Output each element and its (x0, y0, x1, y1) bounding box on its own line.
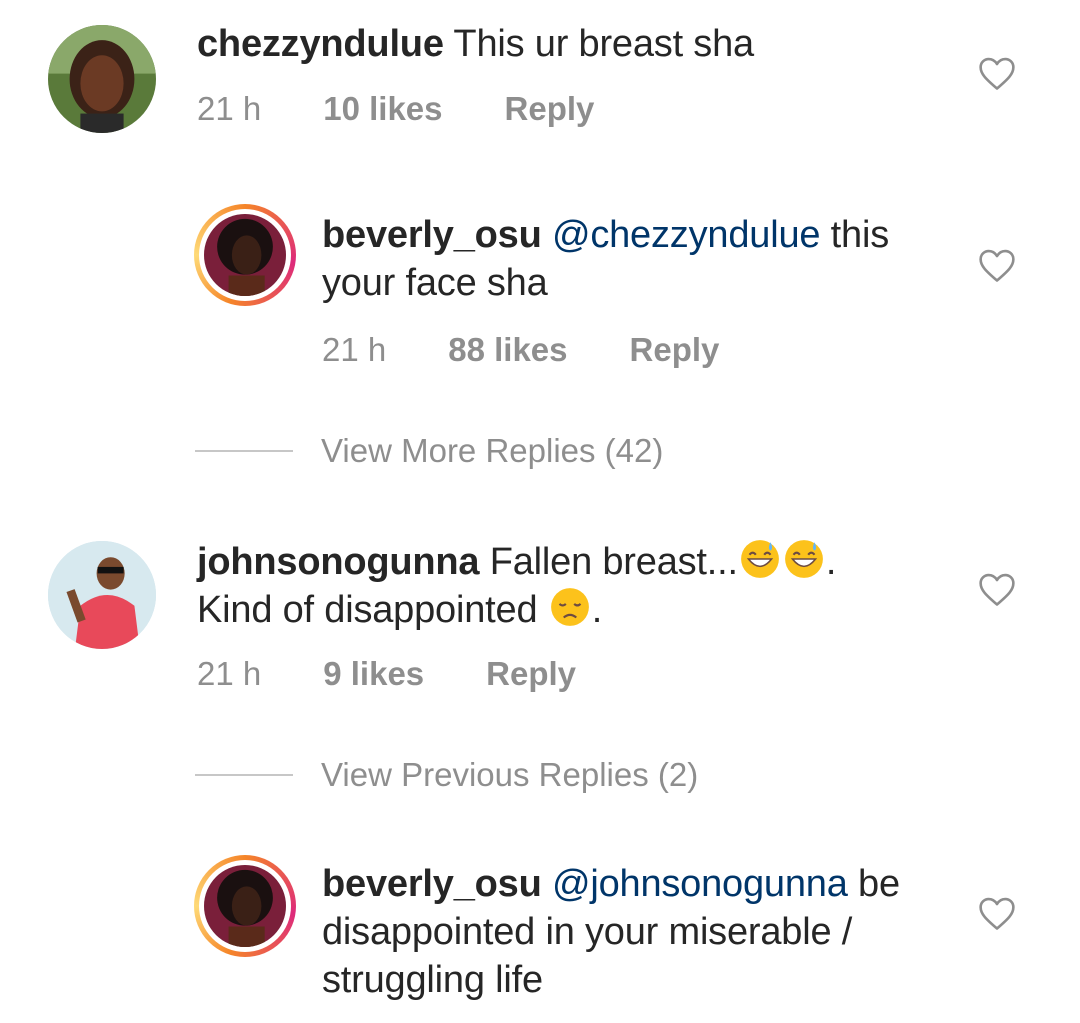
heart-icon[interactable] (977, 55, 1017, 91)
timestamp: 21 h (197, 90, 262, 127)
comment-body-line2-end: . (591, 589, 603, 631)
avatar-image (204, 865, 286, 947)
avatar-image (204, 214, 286, 296)
divider-line (195, 774, 293, 776)
comment-body-line2: your face sha (322, 262, 548, 304)
grinning-face-with-sweat-emoji (739, 538, 781, 580)
mention-link[interactable]: @johnsonogunna (552, 863, 848, 905)
divider-line (195, 450, 293, 452)
disappointed-face-emoji (549, 586, 591, 628)
comment-text: chezzyndulue This ur breast sha (197, 20, 754, 68)
likes-count[interactable]: 9 likes (323, 654, 424, 694)
likes-count[interactable]: 88 likes (448, 330, 567, 370)
comment-text: beverly_osu @chezzyndulue this your face… (322, 211, 889, 307)
reply-button[interactable]: Reply (630, 330, 720, 370)
username[interactable]: chezzyndulue (197, 23, 444, 65)
reply-beverly-osu-2: beverly_osu @johnsonogunna be disappoint… (0, 850, 1080, 1023)
story-ring[interactable] (194, 204, 296, 306)
comment-body-line2: Kind of disappointed (197, 589, 548, 631)
comment-meta: 21 h 10 likes Reply (197, 89, 594, 129)
view-previous-replies-button[interactable]: View Previous Replies (2) (195, 756, 698, 794)
view-previous-replies-label: View Previous Replies (2) (321, 756, 699, 793)
avatar-image (48, 25, 156, 133)
comment-body-line2: disappointed in your miserable / (322, 911, 853, 953)
avatar[interactable] (48, 25, 156, 133)
username[interactable]: beverly_osu (322, 214, 542, 256)
view-more-replies-button[interactable]: View More Replies (42) (195, 432, 663, 470)
comment-body: This ur breast sha (443, 23, 754, 65)
reply-button[interactable]: Reply (505, 89, 595, 129)
avatar (204, 865, 286, 947)
timestamp: 21 h (322, 331, 387, 368)
comment-chezzyndulue: chezzyndulue This ur breast sha 21 h 10 … (0, 0, 1080, 160)
story-ring[interactable] (194, 855, 296, 957)
comment-text: beverly_osu @johnsonogunna be disappoint… (322, 860, 900, 1004)
grinning-face-with-sweat-emoji (783, 538, 825, 580)
timestamp: 21 h (197, 655, 262, 692)
comment-johnsonogunna: johnsonogunna Fallen breast.... Kind of … (0, 530, 1080, 710)
view-more-replies-label: View More Replies (42) (321, 432, 664, 469)
avatar[interactable] (48, 541, 156, 649)
avatar-image (48, 541, 156, 649)
avatar (204, 214, 286, 296)
heart-icon[interactable] (977, 571, 1017, 607)
comment-meta: 21 h 9 likes Reply (197, 654, 576, 694)
heart-icon[interactable] (977, 895, 1017, 931)
comment-meta: 21 h 88 likes Reply (322, 330, 719, 370)
reply-beverly-osu-1: beverly_osu @chezzyndulue this your face… (0, 190, 1080, 390)
reply-button[interactable]: Reply (486, 654, 576, 694)
comment-body-line3: struggling life (322, 959, 543, 1001)
comment-body: Fallen breast... (479, 541, 738, 583)
likes-count[interactable]: 10 likes (323, 89, 442, 129)
comment-body-end: . (825, 541, 837, 583)
mention-link[interactable]: @chezzyndulue (552, 214, 821, 256)
username[interactable]: johnsonogunna (197, 541, 480, 583)
comment-text: johnsonogunna Fallen breast.... Kind of … (197, 538, 836, 634)
heart-icon[interactable] (977, 247, 1017, 283)
comment-body: be (847, 863, 900, 905)
comment-body: this (820, 214, 890, 256)
username[interactable]: beverly_osu (322, 863, 542, 905)
